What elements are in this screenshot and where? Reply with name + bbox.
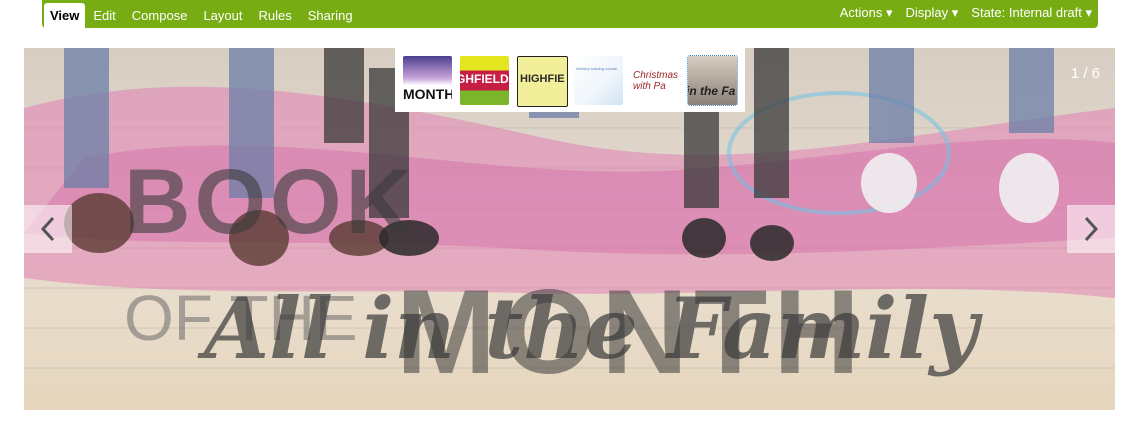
tab-layout[interactable]: Layout <box>195 3 250 28</box>
tab-sharing[interactable]: Sharing <box>300 3 361 28</box>
state-menu[interactable]: State: Internal draft ▾ <box>971 6 1092 20</box>
thumbnail-3[interactable]: HIGHFIE <box>517 56 568 107</box>
thumbnail-4[interactable]: ministry training course <box>574 56 623 105</box>
thumbnail-strip: MONTH GHFIELD HIGHFIE ministry training … <box>395 48 745 112</box>
slide-counter: 1 / 6 <box>1070 65 1100 82</box>
admin-toolbar: View Edit Compose Layout Rules Sharing A… <box>42 0 1098 28</box>
display-menu[interactable]: Display ▾ <box>906 6 959 20</box>
svg-text:BOOK: BOOK <box>124 151 416 253</box>
chevron-left-icon <box>40 216 55 242</box>
tab-edit[interactable]: Edit <box>85 3 123 28</box>
thumbnail-1[interactable]: MONTH <box>403 56 452 105</box>
actions-menu[interactable]: Actions ▾ <box>840 6 893 20</box>
toolbar-tabs: View Edit Compose Layout Rules Sharing <box>44 3 361 28</box>
thumbnail-6[interactable]: in the Fa <box>687 55 738 106</box>
next-slide-button[interactable] <box>1067 205 1115 253</box>
previous-slide-button[interactable] <box>24 205 72 253</box>
tab-rules[interactable]: Rules <box>250 3 299 28</box>
thumbnail-2[interactable]: GHFIELD <box>460 56 509 105</box>
tab-view[interactable]: View <box>44 3 86 28</box>
svg-text:All in the Family: All in the Family <box>197 279 983 378</box>
tab-compose[interactable]: Compose <box>124 3 196 28</box>
thumbnail-5[interactable]: Christmas with Pa <box>631 56 680 105</box>
toolbar-menus: Actions ▾ Display ▾ State: Internal draf… <box>827 6 1092 20</box>
chevron-right-icon <box>1084 216 1099 242</box>
